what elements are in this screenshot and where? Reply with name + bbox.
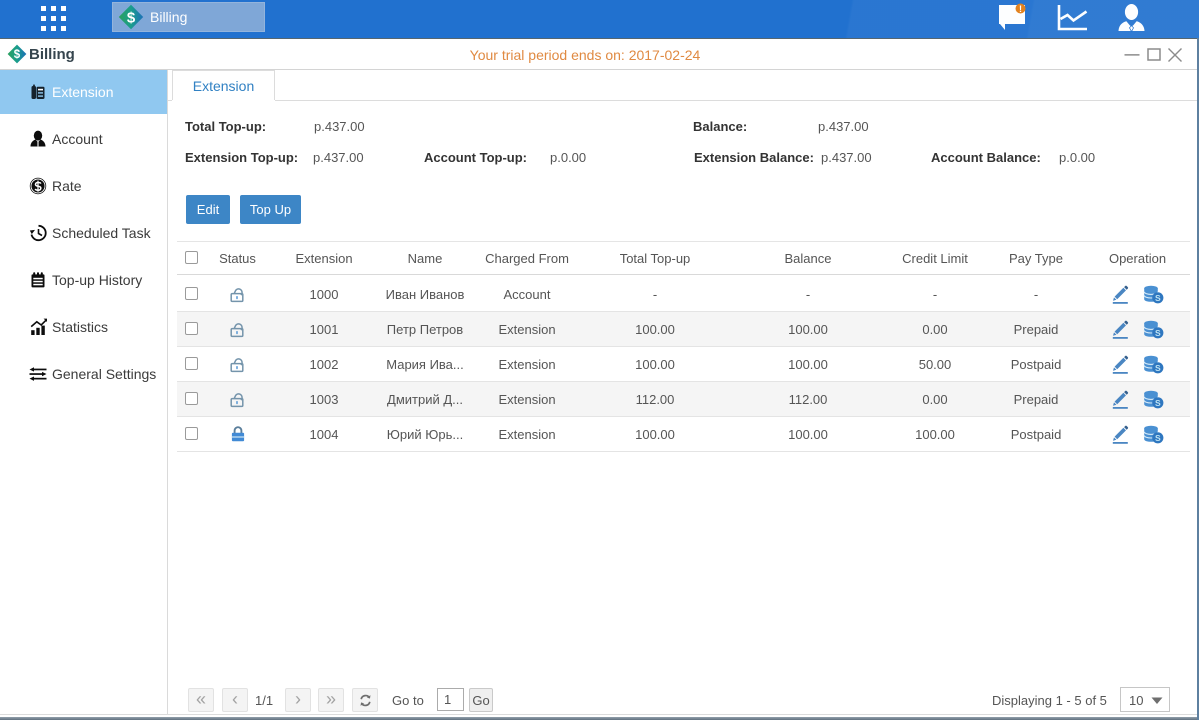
svg-text:S: S — [1155, 433, 1161, 443]
svg-text:$: $ — [127, 10, 136, 27]
svg-text:!: ! — [1019, 4, 1022, 14]
svg-text:S: S — [1155, 398, 1161, 408]
svg-text:S: S — [1155, 363, 1161, 373]
svg-text:S: S — [1155, 293, 1161, 303]
svg-text:S: S — [1155, 328, 1161, 338]
